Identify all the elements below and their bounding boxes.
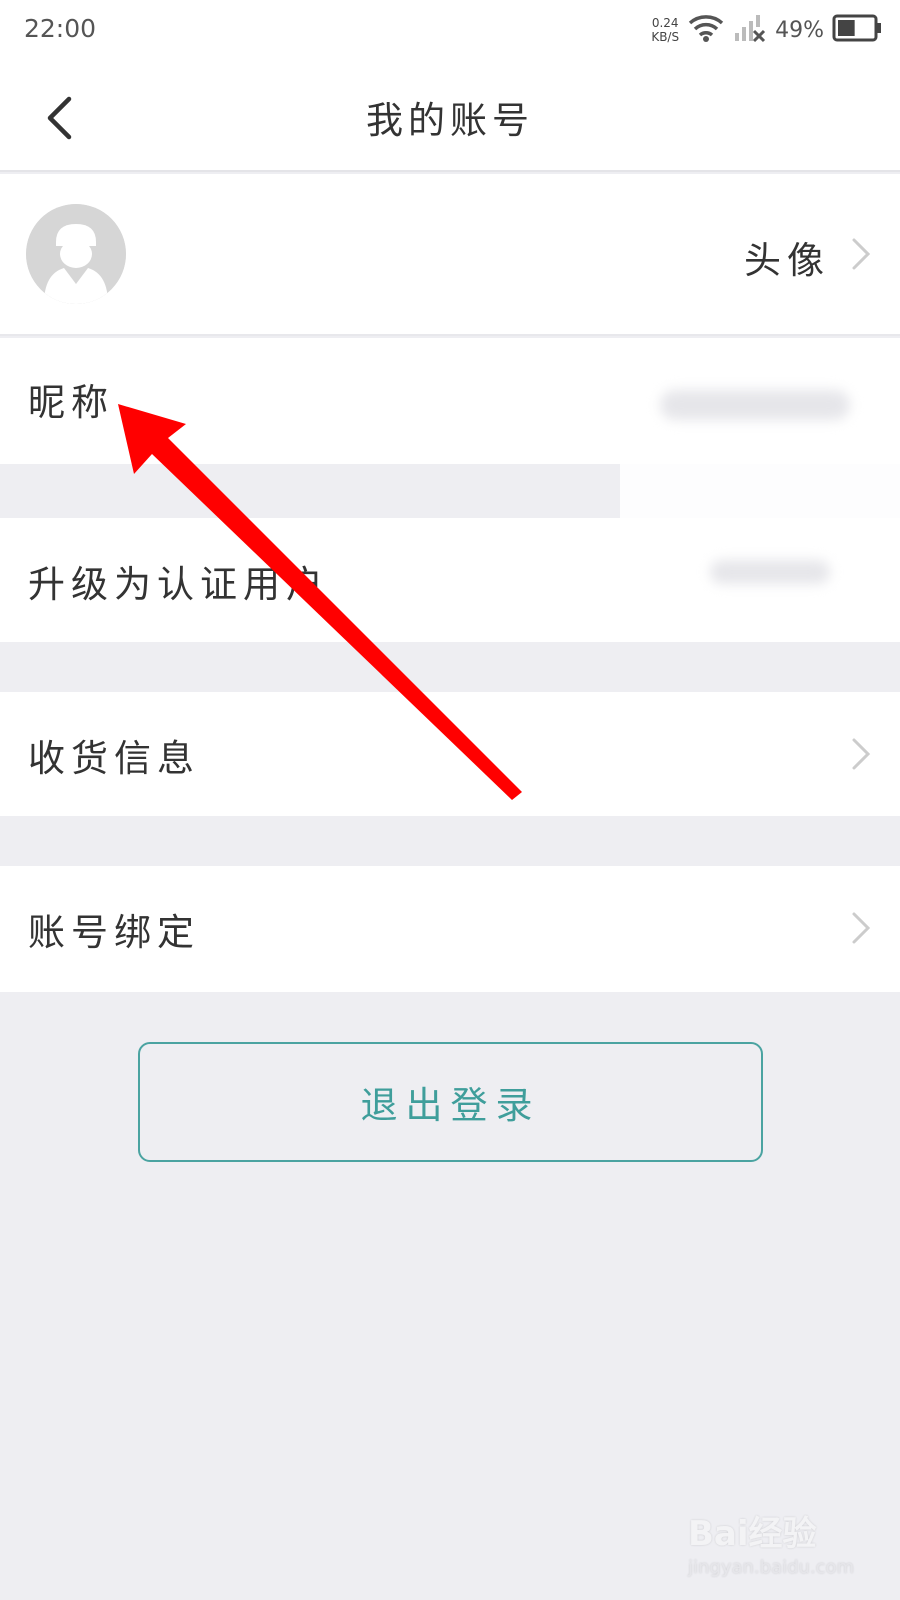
network-speed-unit: KB/S [651, 30, 680, 44]
status-bar: 22:00 0.24 KB/S 49% [0, 0, 900, 62]
chevron-right-icon [852, 912, 871, 944]
shipping-info-row[interactable]: 收货信息 [0, 692, 900, 816]
chevron-right-icon [852, 238, 871, 270]
cellular-signal-icon [733, 13, 767, 47]
page-title: 我的账号 [366, 99, 534, 142]
baidu-jingyan-watermark: Bai经验 jingyan.baidu.com [688, 1506, 888, 1586]
nickname-label: 昵称 [28, 381, 114, 424]
avatar [26, 204, 126, 304]
logout-button[interactable]: 退出登录 [138, 1042, 763, 1162]
chevron-right-icon [852, 738, 871, 770]
network-speed: 0.24 KB/S [651, 16, 679, 44]
watermark-url: jingyan.baidu.com [688, 1557, 855, 1578]
battery-percent: 49% [775, 17, 824, 43]
watermark-logo: Bai经验 [688, 1514, 817, 1554]
status-icons: 0.24 KB/S 49% [651, 12, 882, 48]
wifi-icon [687, 13, 725, 47]
nav-bar: 我的账号 [0, 62, 900, 172]
avatar-label: 头像 [744, 239, 830, 282]
battery-icon [832, 14, 882, 46]
user-icon [26, 204, 126, 304]
upgrade-verified-label: 升级为认证用户 [28, 563, 329, 606]
network-speed-value: 0.24 [651, 16, 679, 30]
avatar-row[interactable]: 头像 [0, 174, 900, 336]
account-binding-row[interactable]: 账号绑定 [0, 866, 900, 992]
account-binding-label: 账号绑定 [28, 911, 200, 954]
status-time: 22:00 [24, 14, 97, 43]
redacted-blur [620, 360, 900, 610]
shipping-info-label: 收货信息 [28, 737, 200, 780]
